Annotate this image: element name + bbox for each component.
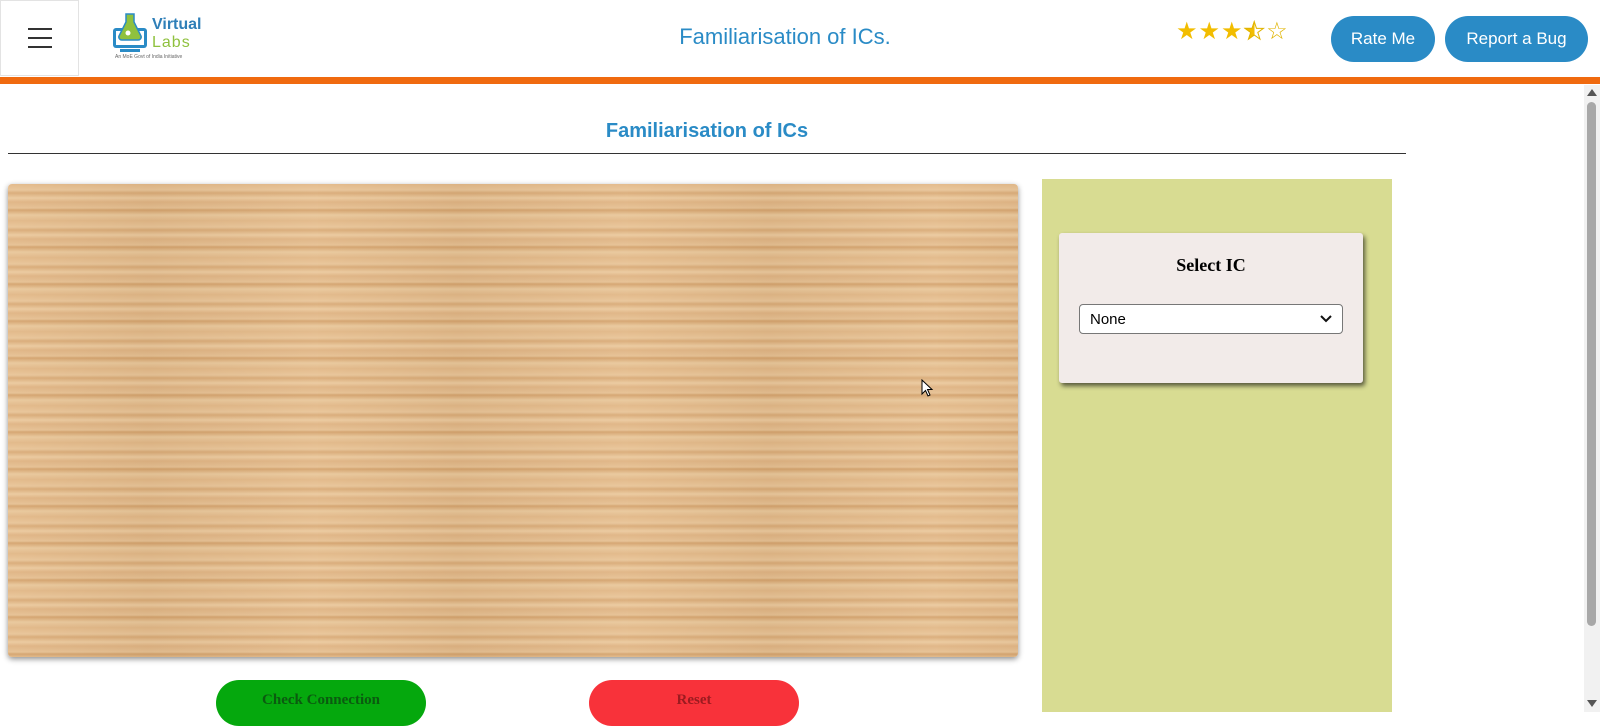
scroll-down-arrow-icon[interactable] [1587,700,1597,707]
scroll-up-arrow-icon[interactable] [1587,89,1597,96]
heading-divider [8,153,1406,154]
header-accent-bar [0,77,1600,84]
scrollbar-thumb[interactable] [1587,102,1596,626]
logo-title: Virtual [152,16,202,33]
star-filled-icon[interactable]: ★ [1176,20,1198,44]
rating-stars[interactable]: ★ ★ ★ ★ ☆ [1176,19,1288,44]
top-header: Virtual Labs An MoE Govt of India Initia… [0,0,1600,77]
star-filled-icon[interactable]: ★ [1221,20,1243,44]
reset-button[interactable]: Reset [589,680,799,726]
logo-tagline: An MoE Govt of India Initiative [115,54,183,60]
flask-icon [113,13,147,52]
page-title: Familiarisation of ICs [605,120,809,142]
ic-select-dropdown[interactable]: None [1079,304,1343,334]
report-bug-button[interactable]: Report a Bug [1445,16,1588,62]
select-ic-title: Select IC [1176,255,1246,275]
logo-subtitle: Labs [152,34,191,51]
experiment-title: Familiarisation of ICs. [679,24,891,49]
menu-icon[interactable] [0,0,79,76]
star-half-icon[interactable]: ★ [1243,19,1265,44]
check-connection-button[interactable]: Check Connection [216,680,426,726]
mouse-cursor-icon [921,379,934,397]
chevron-down-icon [1320,315,1332,323]
rate-me-button[interactable]: Rate Me [1331,16,1435,62]
star-filled-icon[interactable]: ★ [1199,20,1221,44]
ic-select-value: None [1090,310,1126,328]
star-empty-icon[interactable]: ☆ [1266,20,1288,44]
select-ic-card: Select IC None [1059,233,1363,383]
wooden-workbench[interactable] [8,184,1018,657]
virtual-labs-logo[interactable]: Virtual Labs An MoE Govt of India Initia… [110,12,202,64]
